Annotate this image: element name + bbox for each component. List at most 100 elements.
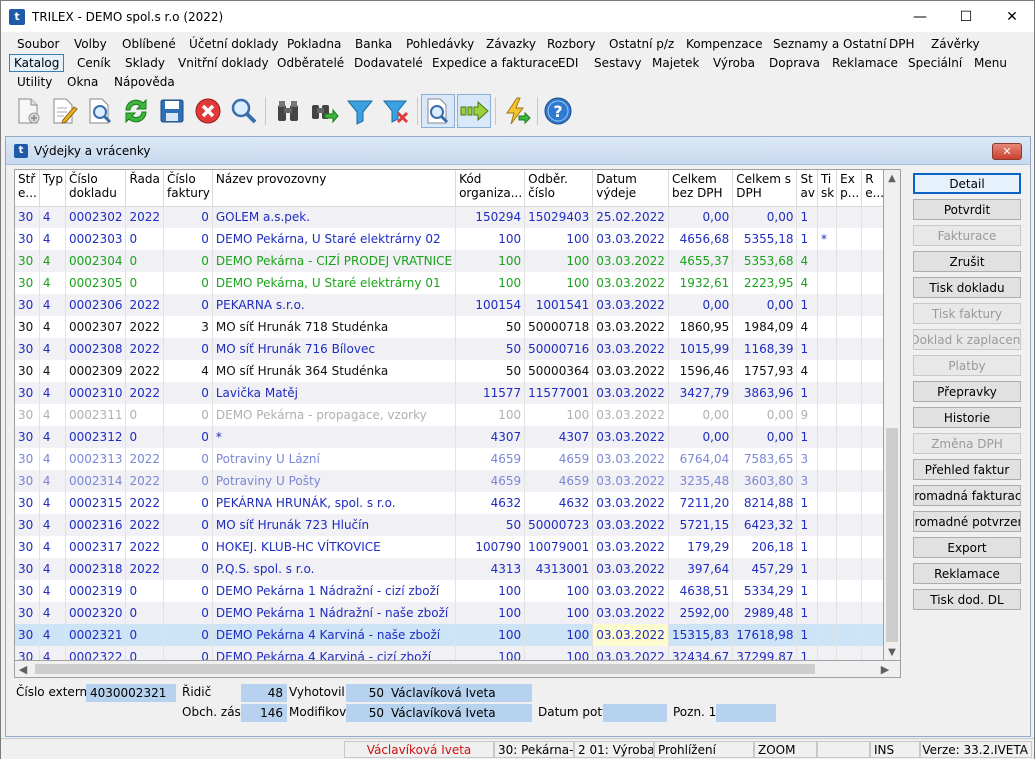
table-row[interactable]: 30 4 0002315 2022 0 PEKÁRNA HRUNÁK, spol. s r…: [15, 492, 883, 514]
filter-icon[interactable]: [343, 94, 377, 128]
minimize-button[interactable]: —: [897, 1, 943, 32]
table-row[interactable]: 30 4 0002321 0 0 DEMO Pekárna 4 Karviná - naš…: [15, 624, 883, 646]
platby-button[interactable]: Platby: [913, 355, 1021, 376]
maximize-button[interactable]: ☐: [943, 1, 989, 32]
column-header[interactable]: St av: [796, 170, 818, 207]
column-header[interactable]: Celkem s DPH: [732, 170, 798, 207]
column-header[interactable]: R e...: [861, 170, 883, 207]
column-header[interactable]: Název provozovny: [212, 170, 457, 207]
vertical-scrollbar[interactable]: ▲ ▼: [884, 169, 901, 661]
reklamace-button[interactable]: Reklamace: [913, 563, 1021, 584]
column-header[interactable]: Datum výdeje: [592, 170, 669, 207]
menu-okna[interactable]: Okna: [63, 73, 102, 91]
table-row[interactable]: 30 4 0002305 0 0 DEMO Pekárna, U Staré elektr…: [15, 272, 883, 294]
export-button[interactable]: Export: [913, 537, 1021, 558]
menu-ucetni-doklady[interactable]: Účetní doklady: [185, 35, 283, 53]
table-row[interactable]: 30 4 0002312 0 0 * 4307 4307 03.03.2022 0,00 0,00 1…: [15, 426, 883, 448]
menu-banka[interactable]: Banka: [351, 35, 396, 53]
table-row[interactable]: 30 4 0002322 0 0 DEMO Pekárna 4 Karviná - ciz…: [15, 646, 883, 660]
menu-rozbory[interactable]: Rozbory: [543, 35, 599, 53]
column-header[interactable]: Stř e...: [15, 170, 40, 207]
menu-pohledavky[interactable]: Pohledávky: [402, 35, 478, 53]
menu-edi[interactable]: EDI: [554, 54, 582, 72]
menu-ostatni-pz[interactable]: Ostatní p/z: [605, 35, 678, 53]
menu-utility[interactable]: Utility: [13, 73, 56, 91]
column-header[interactable]: Kód organiza...: [455, 170, 526, 207]
menu-odberatele[interactable]: Odběratelé: [273, 54, 348, 72]
table-row[interactable]: 30 4 0002313 2022 0 Potraviny U Lázní 4659 4659…: [15, 448, 883, 470]
zrusit-button[interactable]: Zrušit: [913, 251, 1021, 272]
table-row[interactable]: 30 4 0002320 0 0 DEMO Pekárna 1 Nádražní - na…: [15, 602, 883, 624]
help-icon[interactable]: ?: [541, 94, 575, 128]
horizontal-scrollbar[interactable]: ◀ ▶: [14, 661, 901, 678]
table-row[interactable]: 30 4 0002307 2022 3 MO síť Hrunák 718 Studénk…: [15, 316, 883, 338]
menu-oblibene[interactable]: Oblíbené: [118, 35, 180, 53]
menu-soubor[interactable]: Soubor: [13, 35, 63, 53]
menu-katalog[interactable]: Katalog: [9, 53, 65, 72]
scroll-left-icon[interactable]: ◀: [15, 661, 31, 677]
tisk-dokladu-button[interactable]: Tisk dokladu: [913, 277, 1021, 298]
doklad-k-zaplaceni-button[interactable]: Doklad k zaplacení: [913, 329, 1021, 350]
fakturace-button[interactable]: Fakturace: [913, 225, 1021, 246]
table-row[interactable]: 30 4 0002309 2022 4 MO síť Hrunák 364 Studénk…: [15, 360, 883, 382]
menu-zavazky[interactable]: Závazky: [482, 35, 540, 53]
binoculars-next-icon[interactable]: [307, 94, 341, 128]
preview-document-icon[interactable]: [83, 94, 117, 128]
menu-dph[interactable]: DPH: [885, 35, 919, 53]
column-header[interactable]: Číslo dokladu: [65, 170, 127, 207]
column-header[interactable]: Typ: [39, 170, 67, 207]
clear-filter-icon[interactable]: [379, 94, 413, 128]
menu-reklamace[interactable]: Reklamace: [828, 54, 902, 72]
mdi-close-button[interactable]: ✕: [992, 143, 1022, 160]
menu-volby[interactable]: Volby: [70, 35, 111, 53]
search-icon[interactable]: [227, 94, 261, 128]
prehled-faktur-button[interactable]: Přehled faktur: [913, 459, 1021, 480]
table-row[interactable]: 30 4 0002310 2022 0 Lavička Matěj 11577 1157700…: [15, 382, 883, 404]
hromadna-fakturace-button[interactable]: Hromadná fakturace: [913, 485, 1021, 506]
refresh-icon[interactable]: [119, 94, 153, 128]
menu-doprava[interactable]: Doprava: [765, 54, 824, 72]
new-document-icon[interactable]: [11, 94, 45, 128]
menu-specialni[interactable]: Speciální: [904, 54, 966, 72]
vertical-scroll-thumb[interactable]: [886, 428, 898, 642]
table-row[interactable]: 30 4 0002308 2022 0 MO síť Hrunák 716 Bílovec…: [15, 338, 883, 360]
menu-pokladna[interactable]: Pokladna: [283, 35, 345, 53]
column-header[interactable]: Ex p...: [836, 170, 863, 207]
detail-button[interactable]: Detail: [913, 173, 1021, 194]
scroll-down-icon[interactable]: ▼: [884, 644, 900, 660]
column-header[interactable]: Celkem bez DPH: [668, 170, 734, 207]
table-row[interactable]: 30 4 0002311 0 0 DEMO Pekárna - propagace, vz…: [15, 404, 883, 426]
tisk-faktury-button[interactable]: Tisk faktury: [913, 303, 1021, 324]
menu-kompenzace[interactable]: Kompenzace: [682, 35, 767, 53]
prepravky-button[interactable]: Přepravky: [913, 381, 1021, 402]
binoculars-icon[interactable]: [271, 94, 305, 128]
menu-zaverky[interactable]: Závěrky: [927, 35, 984, 53]
tisk-dod-dl-button[interactable]: Tisk dod. DL: [913, 589, 1021, 610]
column-header[interactable]: Číslo faktury: [163, 170, 213, 207]
close-button[interactable]: ✕: [989, 1, 1035, 32]
horizontal-scroll-thumb[interactable]: [35, 664, 815, 674]
arrow-right-icon[interactable]: [457, 94, 491, 128]
table-row[interactable]: 30 4 0002316 2022 0 MO síť Hrunák 723 Hlučín 5…: [15, 514, 883, 536]
page-view-icon[interactable]: [421, 94, 455, 128]
menu-dodavatele[interactable]: Dodavatelé: [350, 54, 427, 72]
table-row[interactable]: 30 4 0002318 2022 0 P.Q.S. spol. s r.o. 4313 43…: [15, 558, 883, 580]
column-header[interactable]: Řada: [125, 170, 165, 207]
table-row[interactable]: 30 4 0002314 2022 0 Potraviny U Pošty 4659 4659…: [15, 470, 883, 492]
menu-cenik[interactable]: Ceník: [73, 54, 115, 72]
table-row[interactable]: 30 4 0002306 2022 0 PEKARNA s.r.o. 100154 10015…: [15, 294, 883, 316]
column-header[interactable]: Odběr. číslo: [524, 170, 594, 207]
hromadne-potvrzeni-button[interactable]: Hromadné potvrzení: [913, 511, 1021, 532]
scroll-right-icon[interactable]: ▶: [877, 661, 893, 677]
edit-document-icon[interactable]: [47, 94, 81, 128]
historie-button[interactable]: Historie: [913, 407, 1021, 428]
menu-expedice-a-fakturace[interactable]: Expedice a fakturace: [428, 54, 563, 72]
menu-sklady[interactable]: Sklady: [121, 54, 169, 72]
table-row[interactable]: 30 4 0002302 2022 0 GOLEM a.s.pek. 150294 15029…: [15, 206, 883, 228]
menu-napoveda[interactable]: Nápověda: [110, 73, 179, 91]
table-row[interactable]: 30 4 0002317 2022 0 HOKEJ. KLUB-HC VÍTKOVICE 1…: [15, 536, 883, 558]
column-header[interactable]: Ti sk: [817, 170, 838, 207]
lightning-icon[interactable]: [499, 94, 533, 128]
potvrdit-button[interactable]: Potvrdit: [913, 199, 1021, 220]
table-row[interactable]: 30 4 0002303 0 0 DEMO Pekárna, U Staré elektr…: [15, 228, 883, 250]
